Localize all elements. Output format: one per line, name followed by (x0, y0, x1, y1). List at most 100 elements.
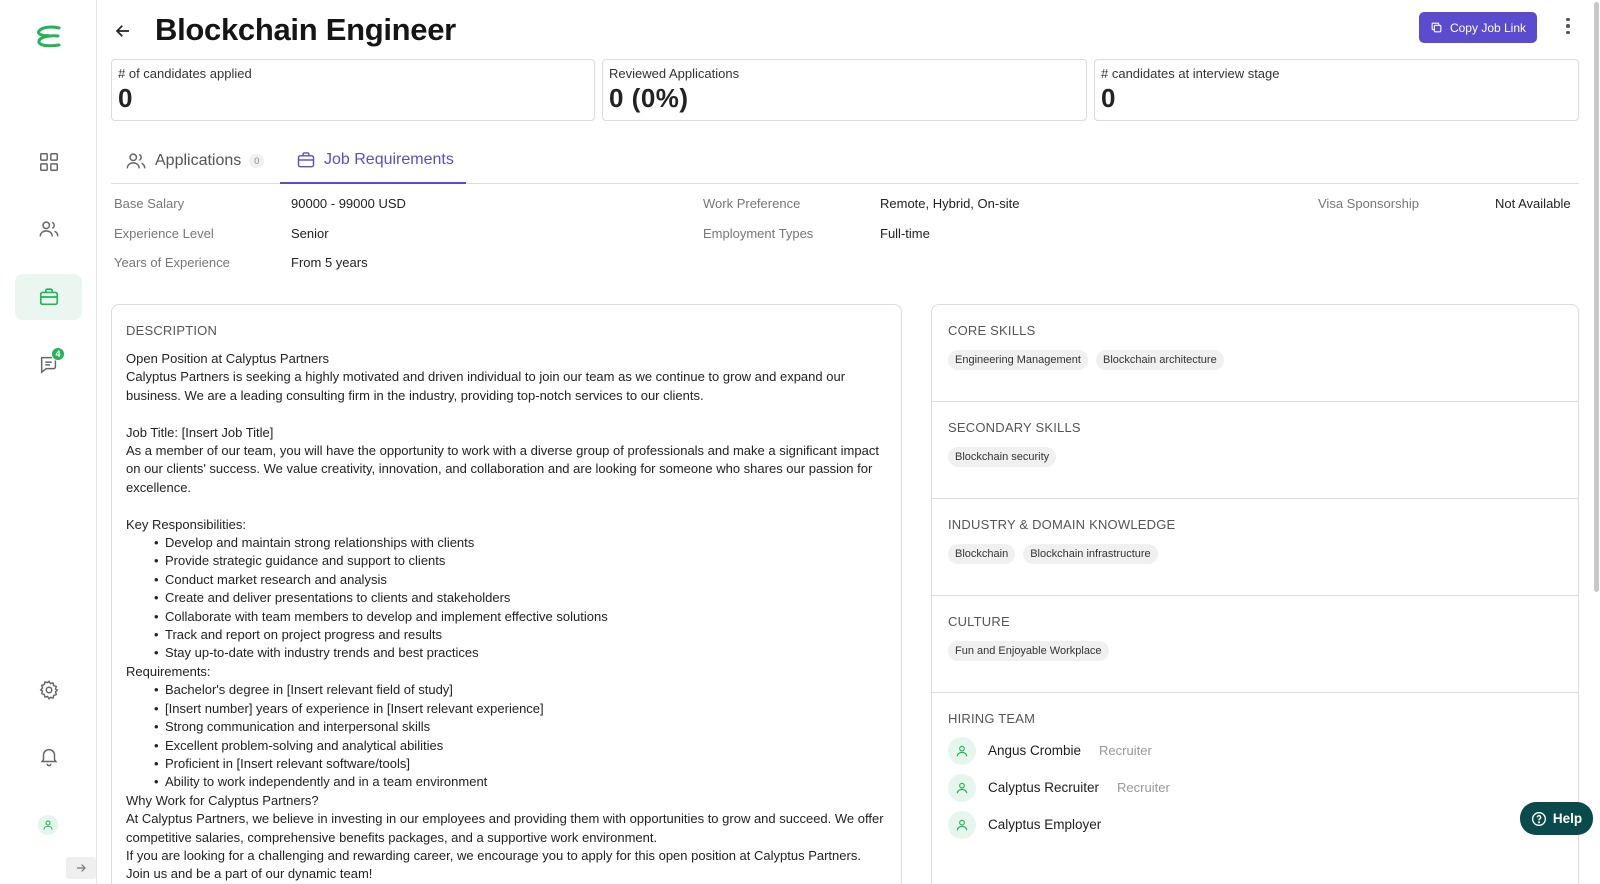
skill-chip: Blockchain architecture (1095, 350, 1224, 370)
description-card: DESCRIPTION Open Position at Calyptus Pa… (111, 304, 902, 884)
skills-card: CORE SKILLS Engineering Management Block… (931, 304, 1579, 884)
list-item: Collaborate with team members to develop… (154, 608, 887, 627)
list-item: Track and report on project progress and… (154, 626, 887, 645)
back-button[interactable] (112, 20, 134, 42)
tab-applications[interactable]: Applications 0 (125, 138, 265, 184)
user-icon (956, 782, 968, 793)
briefcase-icon (297, 152, 315, 168)
more-icon (1566, 17, 1570, 22)
base-salary-label: Base Salary (114, 196, 185, 211)
base-salary-value: 90000 - 99000 USD (291, 196, 406, 211)
why-heading: Why Work for Calyptus Partners? (126, 792, 319, 808)
user-avatar[interactable] (38, 815, 58, 835)
help-button[interactable]: Help (1520, 802, 1593, 835)
skill-chip: Blockchain security (948, 447, 1057, 467)
industry-knowledge-heading: INDUSTRY & DOMAIN KNOWLEDGE (948, 517, 1176, 532)
description-member-text: As a member of our team, you will have t… (126, 443, 879, 495)
core-skills-heading: CORE SKILLS (948, 323, 1036, 338)
avatar (948, 810, 976, 839)
team-member-name: Angus Crombie (988, 743, 1082, 758)
team-member[interactable]: Calyptus Recruiter Recruiter (948, 769, 1564, 806)
team-member[interactable]: Calyptus Employer (948, 806, 1564, 843)
why-text: At Calyptus Partners, we believe in inve… (126, 811, 884, 845)
stat-label: Reviewed Applications (609, 66, 740, 81)
briefcase-icon (39, 288, 58, 306)
list-item: Bachelor's degree in [Insert relevant fi… (154, 681, 887, 700)
page-title: Blockchain Engineer (155, 12, 456, 47)
tab-job-requirements[interactable]: Job Requirements (280, 138, 466, 184)
sidebar-item-messages[interactable]: 4 (15, 341, 82, 387)
copy-icon (1431, 22, 1442, 33)
sidebar-item-jobs[interactable] (15, 274, 82, 320)
bell-icon (40, 748, 57, 767)
team-member[interactable]: Angus Crombie Recruiter (948, 732, 1564, 769)
gear-icon (39, 680, 58, 700)
list-item: [Insert number] years of experience in [… (154, 700, 887, 719)
list-item: Excellent problem-solving and analytical… (154, 737, 887, 756)
users-icon (39, 221, 58, 237)
copy-job-link-label: Copy Job Link (1449, 20, 1527, 35)
tab-applications-label: Applications (155, 152, 242, 169)
team-member-name: Calyptus Employer (988, 817, 1102, 832)
sidebar-item-settings[interactable] (15, 667, 82, 713)
user-icon (956, 819, 968, 830)
experience-level-label: Experience Level (114, 226, 214, 241)
user-icon (956, 745, 968, 756)
arrow-right-icon (76, 864, 86, 872)
avatar (948, 736, 976, 765)
closing-text: If you are looking for a challenging and… (126, 847, 861, 882)
core-skills-section: CORE SKILLS Engineering Management Block… (932, 305, 1578, 402)
culture-section: CULTURE Fun and Enjoyable Workplace (932, 596, 1578, 693)
list-item: Ability to work independently and in a t… (154, 773, 887, 792)
list-item: Proficient in [Insert relevant software/… (154, 755, 887, 774)
avatar (948, 773, 976, 802)
team-member-role: Recruiter (1099, 743, 1152, 758)
skill-chip: Blockchain (948, 544, 1016, 564)
responsibilities-heading: Key Responsibilities: (126, 516, 246, 532)
work-preference-label: Work Preference (703, 196, 801, 211)
requirements-heading: Requirements: (126, 663, 211, 679)
skill-chip: Fun and Enjoyable Workplace (948, 641, 1109, 661)
list-item: Conduct market research and analysis (154, 571, 887, 590)
stat-value: 0 (118, 83, 133, 113)
page-scrollbar[interactable] (1592, 0, 1600, 884)
help-icon (1531, 811, 1546, 826)
sidebar-item-dashboard[interactable] (15, 139, 82, 185)
app-logo-icon[interactable] (34, 22, 64, 52)
work-preference-value: Remote, Hybrid, On-site (880, 196, 1020, 211)
stat-value: 0 (1101, 83, 1116, 113)
tab-applications-count: 0 (249, 154, 265, 168)
list-item: Strong communication and interpersonal s… (154, 718, 887, 737)
years-experience-value: From 5 years (291, 255, 368, 270)
team-member-role: Recruiter (1117, 780, 1170, 795)
help-label: Help (1552, 811, 1583, 826)
scrollbar-thumb[interactable] (1594, 2, 1599, 592)
list-item: Create and deliver presentations to clie… (154, 589, 887, 608)
users-icon (126, 153, 146, 169)
secondary-skills-heading: SECONDARY SKILLS (948, 420, 1081, 435)
copy-job-link-button[interactable]: Copy Job Link (1419, 12, 1537, 43)
more-options-button[interactable] (1560, 14, 1576, 38)
hiring-team-section: HIRING TEAM Angus Crombie Recruiter Caly… (932, 693, 1578, 873)
description-job-title: Job Title: [Insert Job Title] (126, 424, 274, 440)
team-member-name: Calyptus Recruiter (988, 780, 1100, 795)
sidebar-item-candidates[interactable] (15, 206, 82, 252)
description-heading: DESCRIPTION (126, 323, 218, 338)
messages-badge: 4 (51, 347, 65, 361)
list-item: Provide strategic guidance and support t… (154, 552, 887, 571)
expand-sidebar-button[interactable] (66, 857, 96, 879)
tab-job-requirements-label: Job Requirements (324, 151, 454, 168)
stat-card-applied: # of candidates applied 0 (111, 59, 595, 121)
arrow-left-icon (115, 25, 129, 37)
experience-level-value: Senior (291, 226, 329, 241)
sidebar-item-notifications[interactable] (15, 733, 82, 779)
skill-chip: Engineering Management (948, 350, 1088, 370)
list-item: Stay up-to-date with industry trends and… (154, 644, 887, 663)
visa-sponsorship-value: Not Available (1495, 196, 1571, 211)
requirements-list: Bachelor's degree in [Insert relevant fi… (126, 681, 887, 792)
culture-heading: CULTURE (948, 614, 1010, 629)
responsibilities-list: Develop and maintain strong relationship… (126, 534, 887, 663)
stat-label: # candidates at interview stage (1101, 66, 1280, 81)
years-experience-label: Years of Experience (114, 255, 230, 270)
secondary-skills-section: SECONDARY SKILLS Blockchain security (932, 402, 1578, 499)
